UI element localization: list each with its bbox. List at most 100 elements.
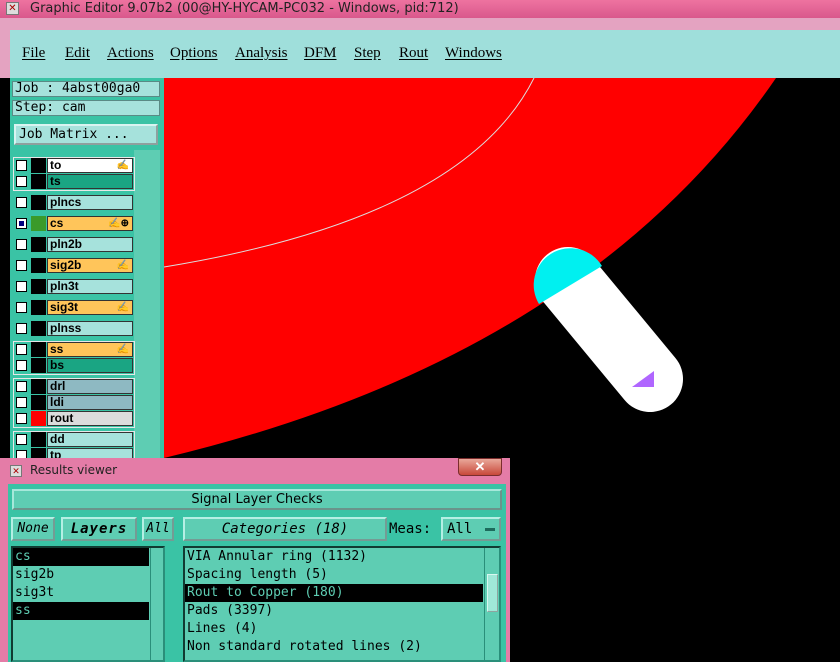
layer-checkbox[interactable] bbox=[16, 260, 27, 271]
layer-color-swatch[interactable] bbox=[31, 395, 46, 410]
board-copper-area bbox=[164, 78, 776, 458]
layer-row-to[interactable]: to ✍ bbox=[13, 158, 133, 173]
layer-name[interactable]: ss ✍ bbox=[47, 342, 133, 357]
layer-name[interactable]: sig3t ✍ bbox=[47, 300, 133, 315]
menu-actions[interactable]: Actions bbox=[107, 45, 154, 62]
layer-name[interactable]: ldi bbox=[47, 395, 133, 410]
layer-name[interactable]: pln2b bbox=[47, 237, 133, 252]
layer-result-item[interactable]: sig3t bbox=[13, 584, 149, 602]
layer-color-swatch[interactable] bbox=[31, 432, 46, 447]
layer-color-swatch[interactable] bbox=[31, 379, 46, 394]
layer-checkbox[interactable] bbox=[16, 413, 27, 424]
menu-windows[interactable]: Windows bbox=[445, 45, 502, 62]
layer-row-rout[interactable]: rout bbox=[13, 411, 133, 426]
category-item[interactable]: Spacing length (5) bbox=[185, 566, 483, 584]
layer-name[interactable]: rout bbox=[47, 411, 133, 426]
layer-row-drl[interactable]: drl bbox=[13, 379, 133, 394]
category-item[interactable]: Rout to Copper (180) bbox=[185, 584, 483, 602]
layer-color-swatch[interactable] bbox=[31, 342, 46, 357]
layer-checkbox[interactable] bbox=[16, 360, 27, 371]
layer-name[interactable]: plncs bbox=[47, 195, 133, 210]
menu-bar: File Edit Actions Options Analysis DFM S… bbox=[0, 18, 840, 84]
layer-row-plncs[interactable]: plncs bbox=[13, 195, 133, 210]
meas-select[interactable]: All bbox=[441, 517, 501, 541]
layer-panel: Job : 4abst00ga0 Step: cam Job Matrix ..… bbox=[10, 78, 164, 480]
layer-name[interactable]: pln3t bbox=[47, 279, 133, 294]
layer-row-ss[interactable]: ss ✍ bbox=[13, 342, 133, 357]
category-list[interactable]: VIA Annular ring (1132) Spacing length (5… bbox=[183, 546, 501, 662]
rout-slot-pad bbox=[535, 247, 683, 412]
layer-row-ldi[interactable]: ldi bbox=[13, 395, 133, 410]
layer-name[interactable]: sig2b ✍ bbox=[47, 258, 133, 273]
layer-checkbox[interactable] bbox=[16, 397, 27, 408]
menu-analysis[interactable]: Analysis bbox=[235, 45, 288, 62]
layer-list-scrollbar[interactable] bbox=[134, 150, 160, 480]
layer-color-swatch[interactable] bbox=[31, 216, 46, 231]
layer-checkbox[interactable] bbox=[16, 197, 27, 208]
layer-checkbox[interactable] bbox=[16, 381, 27, 392]
layer-color-swatch[interactable] bbox=[31, 158, 46, 173]
layer-name[interactable]: plnss bbox=[47, 321, 133, 336]
menu-file[interactable]: File bbox=[22, 45, 45, 62]
category-item[interactable]: Lines (4) bbox=[185, 620, 483, 638]
layer-row-sig3t[interactable]: sig3t ✍ bbox=[13, 300, 133, 315]
job-matrix-button[interactable]: Job Matrix ... bbox=[14, 124, 158, 145]
layer-result-list[interactable]: cs sig2b sig3t ss bbox=[11, 546, 165, 662]
category-item[interactable]: VIA Annular ring (1132) bbox=[185, 548, 483, 566]
layer-name[interactable]: bs bbox=[47, 358, 133, 373]
layer-checkbox[interactable] bbox=[16, 323, 27, 334]
layer-color-swatch[interactable] bbox=[31, 321, 46, 336]
scroll-thumb[interactable] bbox=[487, 574, 498, 612]
layer-color-swatch[interactable] bbox=[31, 174, 46, 189]
layer-name[interactable]: dd bbox=[47, 432, 133, 447]
category-list-scrollbar[interactable] bbox=[484, 548, 499, 660]
layer-row-ts[interactable]: ts bbox=[13, 174, 133, 189]
layer-flag-icon: ✍ bbox=[116, 260, 129, 271]
meas-select-value: All bbox=[447, 521, 473, 537]
layers-button[interactable]: Layers bbox=[61, 517, 137, 541]
layer-checkbox[interactable] bbox=[16, 239, 27, 250]
layer-row-bs[interactable]: bs bbox=[13, 358, 133, 373]
layer-row-pln3t[interactable]: pln3t bbox=[13, 279, 133, 294]
layer-list-scrollbar[interactable] bbox=[150, 548, 163, 660]
none-button[interactable]: None bbox=[11, 517, 55, 541]
layer-color-swatch[interactable] bbox=[31, 358, 46, 373]
layer-checkbox[interactable] bbox=[16, 281, 27, 292]
layer-row-dd[interactable]: dd bbox=[13, 432, 133, 447]
layer-name[interactable]: to ✍ bbox=[47, 158, 133, 173]
category-item[interactable]: Pads (3397) bbox=[185, 602, 483, 620]
layer-name[interactable]: ts bbox=[47, 174, 133, 189]
layer-color-swatch[interactable] bbox=[31, 300, 46, 315]
layer-color-swatch[interactable] bbox=[31, 258, 46, 273]
menu-dfm[interactable]: DFM bbox=[304, 45, 337, 62]
results-viewer-body: Signal Layer Checks None Layers All Cate… bbox=[8, 484, 506, 662]
layer-result-item[interactable]: sig2b bbox=[13, 566, 149, 584]
layer-color-swatch[interactable] bbox=[31, 279, 46, 294]
layer-color-swatch[interactable] bbox=[31, 411, 46, 426]
layer-row-cs[interactable]: cs ✍⊕ bbox=[13, 216, 133, 231]
category-item[interactable]: Non standard rotated lines (2) bbox=[185, 638, 483, 656]
menu-step[interactable]: Step bbox=[354, 45, 381, 62]
layer-result-item[interactable]: cs bbox=[13, 548, 149, 566]
layer-row-sig2b[interactable]: sig2b ✍ bbox=[13, 258, 133, 273]
window-title-bar[interactable]: ✕ Graphic Editor 9.07b2 (00@HY-HYCAM-PC0… bbox=[0, 0, 840, 18]
layer-checkbox[interactable] bbox=[16, 302, 27, 313]
layer-name[interactable]: cs ✍⊕ bbox=[47, 216, 133, 231]
layer-checkbox[interactable] bbox=[16, 160, 27, 171]
menu-edit[interactable]: Edit bbox=[65, 45, 90, 62]
menu-rout[interactable]: Rout bbox=[399, 45, 428, 62]
layer-row-plnss[interactable]: plnss bbox=[13, 321, 133, 336]
layer-row-pln2b[interactable]: pln2b bbox=[13, 237, 133, 252]
layer-result-item[interactable]: ss bbox=[13, 602, 149, 620]
close-button[interactable]: ✕ bbox=[458, 458, 502, 476]
layer-checkbox[interactable] bbox=[16, 176, 27, 187]
layer-color-swatch[interactable] bbox=[31, 195, 46, 210]
menu-options[interactable]: Options bbox=[170, 45, 218, 62]
layer-checkbox[interactable] bbox=[16, 434, 27, 445]
layer-checkbox[interactable] bbox=[16, 344, 27, 355]
all-button[interactable]: All bbox=[142, 517, 174, 541]
categories-button[interactable]: Categories (18) bbox=[183, 517, 387, 541]
layer-checkbox[interactable] bbox=[16, 218, 27, 229]
layer-name[interactable]: drl bbox=[47, 379, 133, 394]
layer-color-swatch[interactable] bbox=[31, 237, 46, 252]
